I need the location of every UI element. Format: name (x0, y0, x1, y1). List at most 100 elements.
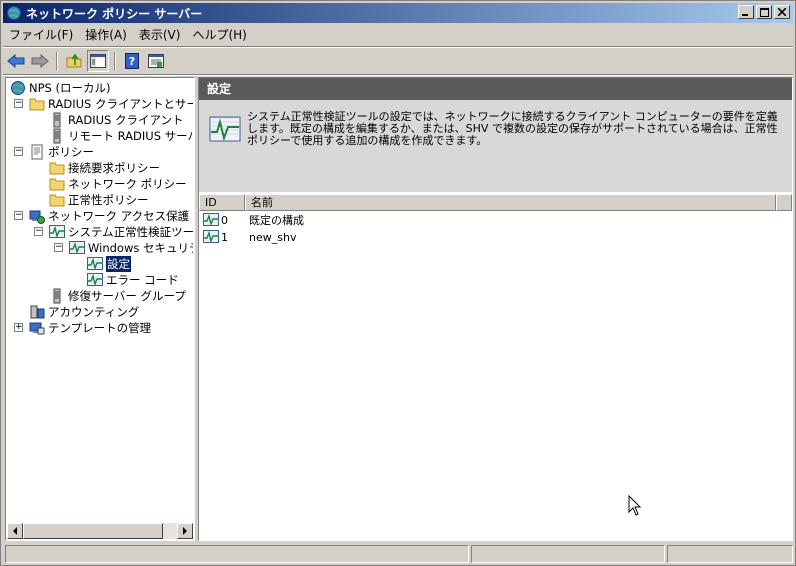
collapse-shv-button[interactable]: − (34, 227, 43, 236)
properties-button[interactable] (145, 50, 167, 72)
tree-item-policies[interactable]: ポリシー (29, 144, 94, 160)
status-bar (5, 545, 793, 563)
list-header: ID 名前 (199, 194, 792, 211)
collapse-nap-button[interactable]: − (14, 211, 23, 220)
tree-label: RADIUS クライアント (68, 113, 184, 127)
health-monitor-icon (49, 225, 65, 239)
tree-label: ポリシー (48, 145, 94, 159)
tree-label-selected: 設定 (106, 256, 131, 272)
pane-title: 設定 (199, 78, 792, 100)
scroll-right-button[interactable] (177, 523, 193, 539)
tree-item-remediation-server-groups[interactable]: 修復サーバー グループ (49, 288, 186, 304)
show-hide-tree-button[interactable] (87, 50, 109, 72)
health-monitor-icon (87, 257, 103, 271)
folder-icon (49, 178, 65, 191)
status-panel (471, 545, 665, 563)
health-monitor-icon (209, 116, 241, 142)
tree-label: システム正常性検証ツール (68, 225, 193, 239)
toolbar-separator (56, 52, 58, 70)
menu-view[interactable]: 表示(V) (133, 25, 187, 45)
tree-item-network-policy[interactable]: ネットワーク ポリシー (49, 176, 187, 192)
description-panel: システム正常性検証ツールの設定では、ネットワークに接続するクライアント コンピュ… (199, 100, 792, 192)
close-icon (778, 8, 786, 16)
scroll-left-button[interactable] (7, 523, 23, 539)
details-pane: 設定 システム正常性検証ツールの設定では、ネットワークに接続するクライアント コ… (198, 77, 793, 541)
tree-label: 接続要求ポリシー (68, 161, 160, 175)
mouse-cursor-icon (628, 495, 642, 516)
console-tree[interactable]: NPS (ローカル) − RADIUS クライアントとサーバー RADIUS ク… (5, 77, 195, 541)
tree-item-windows-security-shv[interactable]: Windows セキュリティ正 (69, 240, 193, 256)
tree-item-error-codes[interactable]: エラー コード (87, 272, 179, 288)
globe-icon (11, 81, 25, 95)
server-group-icon (53, 288, 61, 304)
forward-button[interactable] (29, 50, 51, 72)
tree-item-network-access-protection[interactable]: ネットワーク アクセス保護 (29, 208, 189, 224)
shv-config-list[interactable]: ID 名前 0 既定の構成 1 new_shv (199, 192, 792, 540)
expand-templates-button[interactable]: + (14, 323, 23, 332)
minimize-icon (742, 14, 748, 16)
tree-item-radius-clients[interactable]: RADIUS クライアント (49, 112, 184, 128)
server-group-icon (53, 128, 61, 144)
column-header-name[interactable]: 名前 (245, 194, 776, 211)
health-monitor-icon (87, 273, 103, 287)
tree-item-remote-radius-servers[interactable]: リモート RADIUS サーバー (49, 128, 193, 144)
tree-item-health-policy[interactable]: 正常性ポリシー (49, 192, 149, 208)
menu-separator (3, 46, 793, 48)
menu-help[interactable]: ヘルプ(H) (186, 25, 252, 45)
collapse-windows-security-button[interactable]: − (54, 243, 63, 252)
accounting-icon (30, 305, 45, 319)
minimize-button[interactable] (738, 5, 754, 19)
up-one-level-button[interactable] (63, 50, 85, 72)
status-panel (5, 545, 469, 563)
scroll-thumb[interactable] (23, 523, 163, 539)
tree-horizontal-scrollbar[interactable] (7, 523, 193, 539)
tree-label: テンプレートの管理 (48, 321, 152, 335)
arrow-right-icon (183, 527, 187, 535)
tree-item-radius-clients-servers[interactable]: RADIUS クライアントとサーバー (29, 96, 193, 112)
tree-item-nps-local[interactable]: NPS (ローカル) (10, 80, 110, 96)
tree-item-settings[interactable]: 設定 (87, 256, 131, 272)
server-icon (53, 112, 61, 128)
toolbar-separator (114, 52, 116, 70)
title-bar[interactable]: ネットワーク ポリシー サーバー (3, 3, 793, 23)
back-button[interactable] (5, 50, 27, 72)
column-header-filler (776, 194, 792, 211)
health-monitor-icon (69, 241, 85, 255)
help-button[interactable]: ? (121, 50, 143, 72)
tree-label: エラー コード (106, 273, 179, 287)
list-row[interactable]: 1 new_shv (203, 229, 296, 245)
template-icon (29, 322, 45, 335)
nps-app-icon (7, 6, 21, 20)
tree-item-template-management[interactable]: テンプレートの管理 (29, 320, 151, 336)
menu-action[interactable]: 操作(A) (79, 25, 133, 45)
tree-label: 修復サーバー グループ (68, 289, 186, 303)
health-monitor-icon (203, 230, 219, 244)
back-icon (7, 54, 25, 68)
status-panel (667, 545, 793, 563)
toolbar: ? (5, 49, 167, 73)
close-button[interactable] (774, 5, 790, 19)
tree-label: アカウンティング (48, 305, 140, 319)
tree-item-system-health-validators[interactable]: システム正常性検証ツール (49, 224, 193, 240)
maximize-icon (759, 7, 769, 17)
list-row[interactable]: 0 既定の構成 (203, 212, 304, 228)
menu-bar: ファイル(F) 操作(A) 表示(V) ヘルプ(H) (3, 25, 253, 45)
row-name: new_shv (249, 230, 297, 244)
menu-file[interactable]: ファイル(F) (3, 25, 79, 45)
folder-icon (29, 98, 45, 111)
window-title: ネットワーク ポリシー サーバー (26, 6, 203, 21)
tree-label: ネットワーク ポリシー (68, 177, 187, 191)
column-header-id[interactable]: ID (199, 194, 245, 211)
nap-icon (29, 210, 45, 224)
collapse-radius-button[interactable]: − (14, 99, 23, 108)
row-id: 0 (221, 213, 228, 227)
maximize-button[interactable] (756, 5, 772, 19)
policy-document-icon (31, 144, 43, 160)
collapse-policies-button[interactable]: − (14, 147, 23, 156)
folder-icon (49, 194, 65, 207)
tree-label: Windows セキュリティ正 (88, 241, 193, 255)
tree-item-accounting[interactable]: アカウンティング (29, 304, 139, 320)
tree-item-connection-request-policy[interactable]: 接続要求ポリシー (49, 160, 160, 176)
arrow-left-icon (13, 527, 17, 535)
tree-label: ネットワーク アクセス保護 (48, 209, 190, 223)
